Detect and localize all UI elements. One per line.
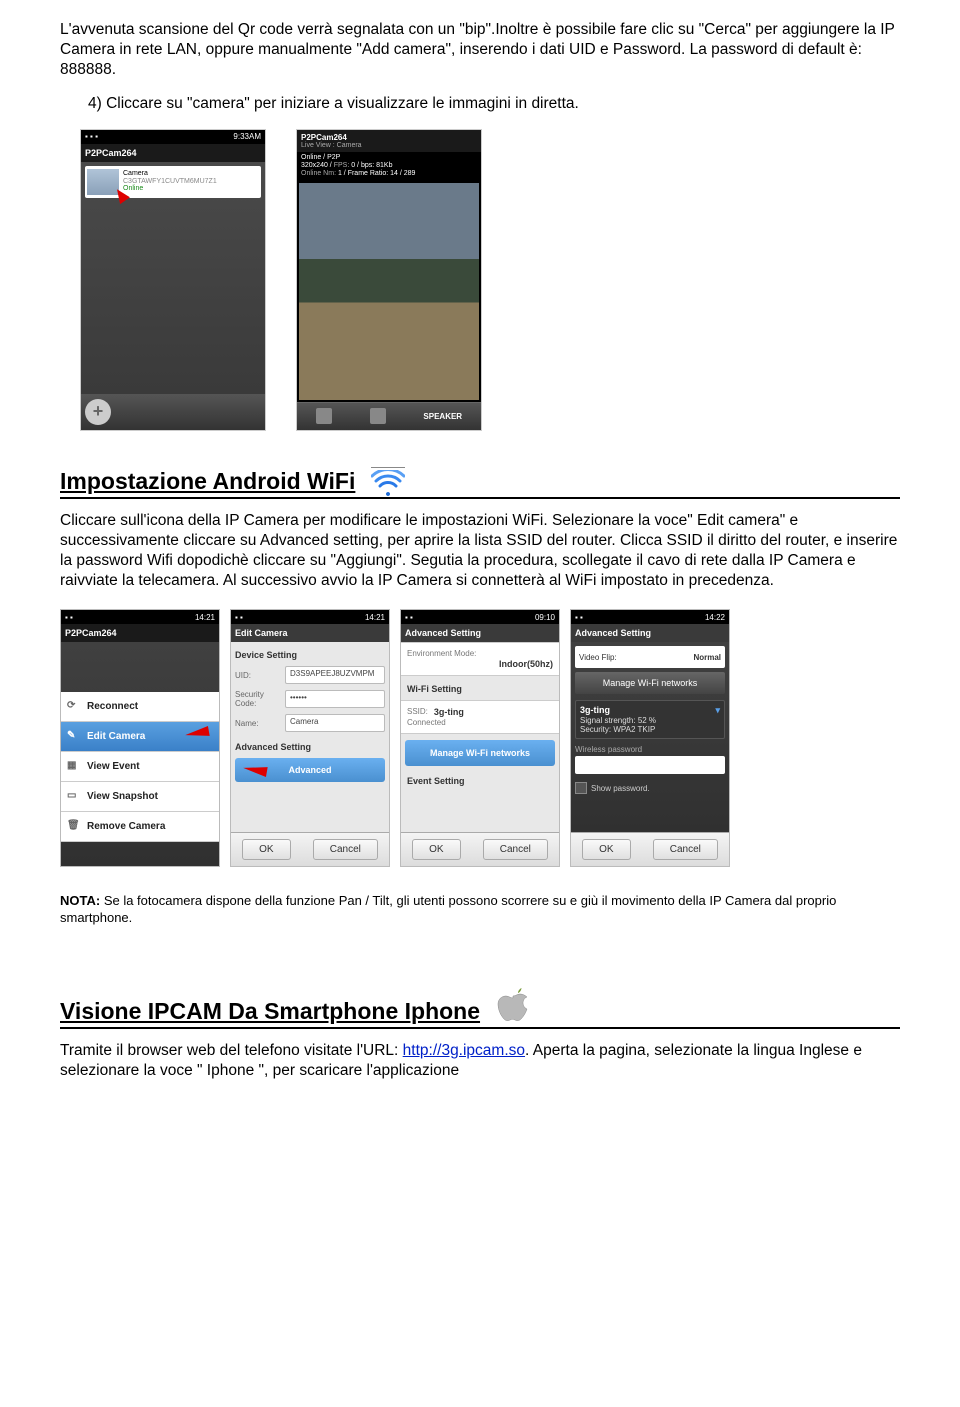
name-field: Camera bbox=[285, 714, 385, 732]
screenshot-camera-list: ▪ ▪ ▪ 9:33AM P2PCam264 Camera C3GTAWFY1C… bbox=[80, 129, 266, 431]
manage-wifi-header: Manage Wi-Fi networks bbox=[575, 672, 725, 694]
image-icon: ▭ bbox=[67, 790, 81, 804]
advanced-button: Advanced bbox=[235, 758, 385, 782]
screenshot-row-2: ▪ ▪14:21 P2PCam264 ⟳ Reconnect ✎ Edit Ca… bbox=[60, 609, 900, 867]
cancel-button: Cancel bbox=[313, 839, 378, 860]
menu-edit-camera: ✎ Edit Camera bbox=[61, 722, 219, 752]
wifi-network-item: 3g-ting ▾ Signal strength: 52 % Security… bbox=[575, 700, 725, 739]
trash-icon: 🗑 bbox=[67, 820, 81, 834]
add-camera-button: + bbox=[85, 399, 111, 425]
live-controls: SPEAKER bbox=[297, 402, 481, 430]
control-icon bbox=[316, 408, 332, 424]
screenshot-edit-camera: ▪ ▪14:21 Edit Camera Device Setting UID:… bbox=[230, 609, 390, 867]
screenshot-advanced-setting: ▪ ▪09:10 Advanced Setting Environment Mo… bbox=[400, 609, 560, 867]
app-title: P2PCam264 Live View : Camera bbox=[297, 130, 481, 152]
apple-icon bbox=[496, 987, 530, 1025]
ok-button: OK bbox=[242, 839, 290, 860]
camera-row: Camera C3GTAWFY1CUVTM6MU7Z1 Online bbox=[85, 166, 261, 198]
screenshot-context-menu: ▪ ▪14:21 P2PCam264 ⟳ Reconnect ✎ Edit Ca… bbox=[60, 609, 220, 867]
refresh-icon: ⟳ bbox=[67, 700, 81, 714]
ok-button: OK bbox=[412, 839, 460, 860]
uid-field: D3S9APEEJ8UZVMPM bbox=[285, 666, 385, 684]
camera-status: Online bbox=[123, 185, 259, 193]
camera-name: Camera bbox=[123, 170, 259, 178]
status-bar: ▪ ▪ ▪ 9:33AM bbox=[81, 130, 265, 144]
calendar-icon: ▦ bbox=[67, 760, 81, 774]
screenshot-row-1: ▪ ▪ ▪ 9:33AM P2PCam264 Camera C3GTAWFY1C… bbox=[80, 129, 900, 431]
red-arrow-annotation bbox=[242, 763, 267, 777]
app-title: P2PCam264 bbox=[81, 144, 265, 162]
menu-view-event: ▦ View Event bbox=[61, 752, 219, 782]
camera-uid: C3GTAWFY1CUVTM6MU7Z1 bbox=[123, 178, 259, 186]
wifi-password-field bbox=[575, 756, 725, 774]
menu-remove-camera: 🗑 Remove Camera bbox=[61, 812, 219, 842]
ipcam-link[interactable]: http://3g.ipcam.so bbox=[403, 1042, 525, 1059]
show-password-checkbox bbox=[575, 782, 587, 794]
menu-reconnect: ⟳ Reconnect bbox=[61, 692, 219, 722]
live-feed-image bbox=[299, 183, 479, 400]
iphone-paragraph: Tramite il browser web del telefono visi… bbox=[60, 1041, 900, 1081]
wifi-icon bbox=[371, 467, 405, 495]
menu-view-snapshot: ▭ View Snapshot bbox=[61, 782, 219, 812]
manage-wifi-button: Manage Wi-Fi networks bbox=[405, 740, 555, 766]
wifi-paragraph: Cliccare sull'icona della IP Camera per … bbox=[60, 511, 900, 592]
intro-paragraph: L'avvenuta scansione del Qr code verrà s… bbox=[60, 20, 900, 80]
cancel-button: Cancel bbox=[483, 839, 548, 860]
ok-button: OK bbox=[582, 839, 630, 860]
security-code-field: •••••• bbox=[285, 690, 385, 708]
section-heading-wifi: Impostazione Android WiFi bbox=[60, 467, 900, 499]
step-4: 4) Cliccare su "camera" per iniziare a v… bbox=[60, 94, 900, 114]
speaker-button: SPEAKER bbox=[423, 412, 462, 421]
red-arrow-annotation bbox=[184, 726, 209, 740]
note-paragraph: NOTA: Se la fotocamera dispone della fun… bbox=[60, 893, 900, 927]
heading-text: Impostazione Android WiFi bbox=[60, 468, 355, 495]
heading-text: Visione IPCAM Da Smartphone Iphone bbox=[60, 998, 480, 1025]
camera-icon bbox=[370, 408, 386, 424]
section-heading-iphone: Visione IPCAM Da Smartphone Iphone bbox=[60, 987, 900, 1029]
stream-info: Online / P2P 320x240 / FPS: 0 / bps: 81K… bbox=[297, 152, 481, 181]
pencil-icon: ✎ bbox=[67, 730, 81, 744]
cancel-button: Cancel bbox=[653, 839, 718, 860]
screenshot-live-view: P2PCam264 Live View : Camera Online / P2… bbox=[296, 129, 482, 431]
screenshot-wifi-networks: ▪ ▪14:22 Advanced Setting Video Flip: No… bbox=[570, 609, 730, 867]
